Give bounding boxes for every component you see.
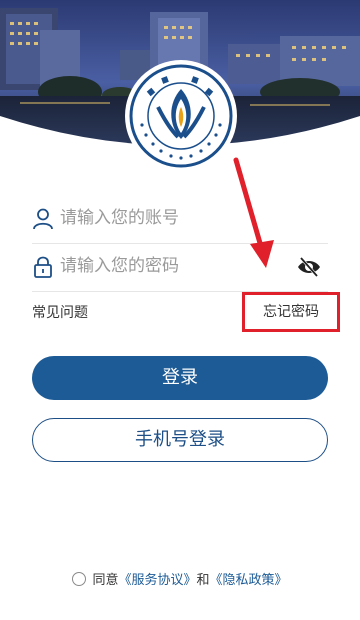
phone-login-button[interactable]: 手机号登录: [32, 418, 328, 462]
password-input[interactable]: [60, 251, 300, 281]
account-input[interactable]: [60, 203, 300, 233]
privacy-policy-link[interactable]: 《隐私政策》: [210, 573, 288, 588]
forgot-password-link[interactable]: 忘记密码: [242, 292, 340, 332]
lock-icon: [34, 256, 52, 278]
password-field: [32, 243, 328, 292]
agreement-row: 同意《服务协议》和《隐私政策》: [0, 569, 360, 588]
login-page: 常见问题 忘记密码 登录 手机号登录 同意《服务协议》和《隐私政策》: [0, 0, 360, 620]
service-agreement-link[interactable]: 《服务协议》: [118, 573, 196, 588]
account-field: [32, 195, 328, 244]
agree-and: 和: [196, 573, 210, 588]
user-icon: [33, 208, 53, 230]
eye-hidden-icon[interactable]: [296, 255, 322, 279]
agree-radio[interactable]: [72, 572, 87, 586]
university-logo: [128, 63, 234, 169]
faq-link[interactable]: 常见问题: [32, 302, 88, 322]
help-links-row: 常见问题 忘记密码: [32, 292, 340, 332]
university-emblem-icon: [129, 64, 233, 168]
login-button[interactable]: 登录: [32, 356, 328, 400]
agree-prefix: 同意: [92, 573, 119, 588]
